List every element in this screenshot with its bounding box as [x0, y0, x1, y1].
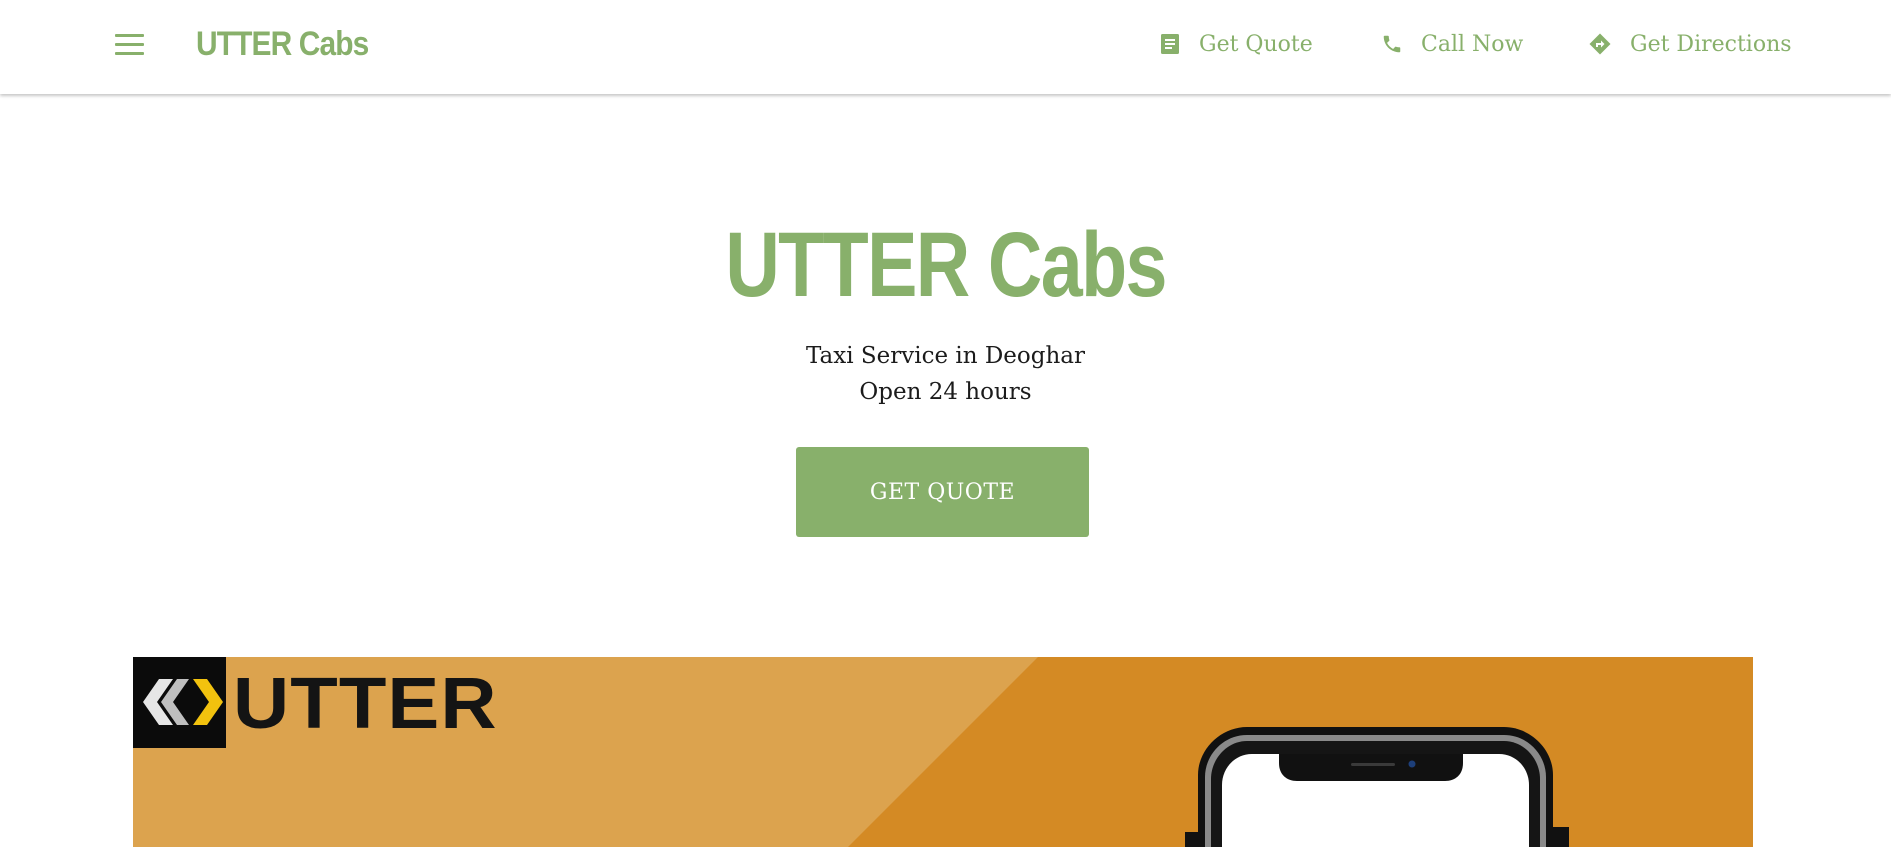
get-quote-label: Get Quote: [1199, 31, 1313, 57]
call-now-label: Call Now: [1421, 31, 1524, 57]
hero-banner-image: UTTER: [133, 657, 1753, 847]
hero-title-text: UTTER Cabs: [725, 214, 1167, 316]
get-quote-link[interactable]: Get Quote: [1159, 26, 1313, 62]
document-icon: [1161, 34, 1179, 54]
get-directions-label: Get Directions: [1630, 31, 1792, 57]
get-quote-button[interactable]: GET QUOTE: [796, 447, 1089, 537]
banner-logo-text: UTTER: [233, 664, 498, 744]
get-directions-link[interactable]: Get Directions: [1588, 26, 1792, 62]
site-brand-link[interactable]: UTTER Cabs: [196, 25, 369, 64]
directions-icon: [1589, 33, 1611, 55]
hamburger-menu-icon[interactable]: [115, 34, 145, 56]
top-navigation-bar: UTTER Cabs Get Quote Call Now Get Direct…: [0, 0, 1891, 94]
hero-subtitle-hours: Open 24 hours: [859, 379, 1032, 405]
hero-title: UTTER Cabs: [0, 215, 1891, 315]
phone-icon: [1383, 35, 1401, 53]
hero-subtitle-service: Taxi Service in Deoghar: [805, 343, 1086, 369]
call-now-link[interactable]: Call Now: [1381, 26, 1523, 62]
